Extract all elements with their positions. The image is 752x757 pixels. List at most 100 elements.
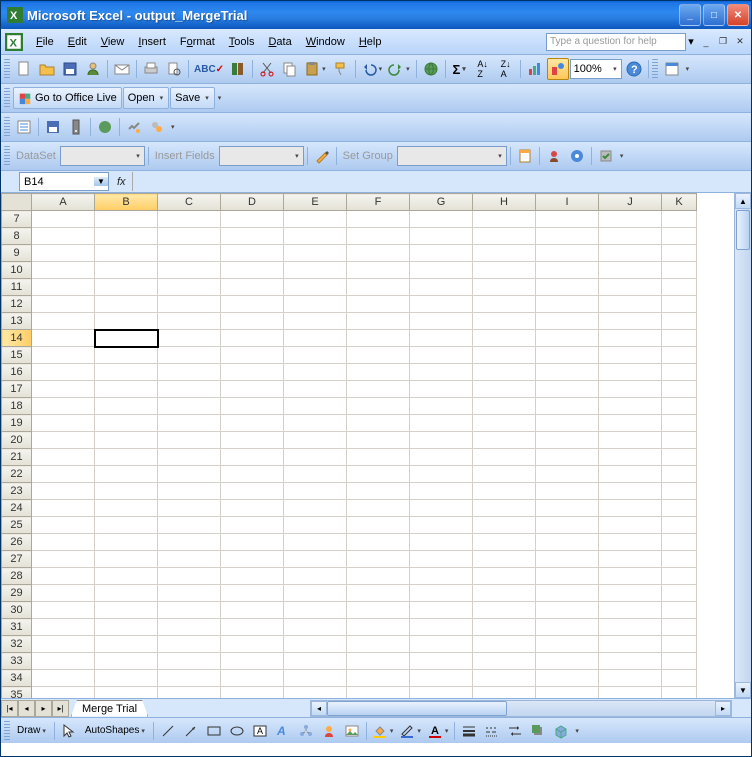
cell-A31[interactable]	[32, 619, 95, 636]
cell-E33[interactable]	[284, 653, 347, 670]
row-header-9[interactable]: 9	[2, 245, 32, 262]
cell-C17[interactable]	[158, 381, 221, 398]
cell-I14[interactable]	[536, 330, 599, 347]
insert-picture-button[interactable]	[341, 720, 363, 742]
print-button[interactable]	[140, 58, 162, 80]
cell-K30[interactable]	[662, 602, 697, 619]
menu-tools[interactable]: Tools	[222, 33, 262, 51]
workbook-icon[interactable]: X	[5, 33, 23, 51]
formula-input[interactable]	[132, 172, 751, 191]
cut-button[interactable]	[256, 58, 278, 80]
cell-J29[interactable]	[599, 585, 662, 602]
col-header-B[interactable]: B	[95, 194, 158, 211]
cell-H21[interactable]	[473, 449, 536, 466]
toolbar-overflow-5[interactable]: ▾	[573, 727, 580, 735]
cell-I20[interactable]	[536, 432, 599, 449]
cell-F20[interactable]	[347, 432, 410, 449]
custom-button-3[interactable]	[65, 116, 87, 138]
cell-F12[interactable]	[347, 296, 410, 313]
cell-J13[interactable]	[599, 313, 662, 330]
cell-H20[interactable]	[473, 432, 536, 449]
cell-D28[interactable]	[221, 568, 284, 585]
cell-D11[interactable]	[221, 279, 284, 296]
line-color-button[interactable]: ▾	[397, 720, 424, 742]
cell-K22[interactable]	[662, 466, 697, 483]
dash-style-button[interactable]	[481, 720, 503, 742]
cell-G8[interactable]	[410, 228, 473, 245]
cell-B8[interactable]	[95, 228, 158, 245]
cell-D14[interactable]	[221, 330, 284, 347]
menu-file[interactable]: File	[29, 33, 61, 51]
col-header-C[interactable]: C	[158, 194, 221, 211]
cell-F34[interactable]	[347, 670, 410, 687]
cell-B18[interactable]	[95, 398, 158, 415]
row-header-18[interactable]: 18	[2, 398, 32, 415]
toolbar-grip-6[interactable]	[4, 721, 10, 741]
cell-K26[interactable]	[662, 534, 697, 551]
row-header-21[interactable]: 21	[2, 449, 32, 466]
cell-C31[interactable]	[158, 619, 221, 636]
cell-I19[interactable]	[536, 415, 599, 432]
cell-H10[interactable]	[473, 262, 536, 279]
cell-C20[interactable]	[158, 432, 221, 449]
cell-F8[interactable]	[347, 228, 410, 245]
cell-C25[interactable]	[158, 517, 221, 534]
cell-C11[interactable]	[158, 279, 221, 296]
cell-C10[interactable]	[158, 262, 221, 279]
cell-A19[interactable]	[32, 415, 95, 432]
textbox-button[interactable]: A	[249, 720, 271, 742]
cell-J28[interactable]	[599, 568, 662, 585]
horizontal-scrollbar[interactable]: ◂ ▸	[310, 700, 732, 717]
cell-J11[interactable]	[599, 279, 662, 296]
toolbar-overflow-2[interactable]: ▾	[216, 94, 223, 102]
sort-desc-button[interactable]: Z↓A	[495, 58, 517, 80]
save-button[interactable]	[59, 58, 81, 80]
cell-G21[interactable]	[410, 449, 473, 466]
cell-C26[interactable]	[158, 534, 221, 551]
cell-G26[interactable]	[410, 534, 473, 551]
mdi-minimize[interactable]: _	[699, 35, 713, 49]
cell-K24[interactable]	[662, 500, 697, 517]
cell-F29[interactable]	[347, 585, 410, 602]
cell-H28[interactable]	[473, 568, 536, 585]
row-header-13[interactable]: 13	[2, 313, 32, 330]
toolbar-grip[interactable]	[4, 59, 10, 79]
cell-C7[interactable]	[158, 211, 221, 228]
cell-B17[interactable]	[95, 381, 158, 398]
cell-H26[interactable]	[473, 534, 536, 551]
cell-J17[interactable]	[599, 381, 662, 398]
cell-I26[interactable]	[536, 534, 599, 551]
cell-K15[interactable]	[662, 347, 697, 364]
cell-E20[interactable]	[284, 432, 347, 449]
cell-B24[interactable]	[95, 500, 158, 517]
cell-E31[interactable]	[284, 619, 347, 636]
cell-J31[interactable]	[599, 619, 662, 636]
cell-A24[interactable]	[32, 500, 95, 517]
cell-F21[interactable]	[347, 449, 410, 466]
undo-button[interactable]: ▾	[359, 58, 386, 80]
row-header-8[interactable]: 8	[2, 228, 32, 245]
cell-C15[interactable]	[158, 347, 221, 364]
row-header-15[interactable]: 15	[2, 347, 32, 364]
cell-D8[interactable]	[221, 228, 284, 245]
cell-G15[interactable]	[410, 347, 473, 364]
menu-format[interactable]: Format	[173, 33, 222, 51]
cell-D23[interactable]	[221, 483, 284, 500]
cell-K23[interactable]	[662, 483, 697, 500]
cell-E30[interactable]	[284, 602, 347, 619]
cell-J20[interactable]	[599, 432, 662, 449]
row-header-28[interactable]: 28	[2, 568, 32, 585]
cell-G25[interactable]	[410, 517, 473, 534]
vertical-scrollbar[interactable]: ▲ ▼	[734, 193, 751, 698]
cell-I27[interactable]	[536, 551, 599, 568]
cell-K13[interactable]	[662, 313, 697, 330]
cell-A9[interactable]	[32, 245, 95, 262]
cell-J10[interactable]	[599, 262, 662, 279]
cell-J21[interactable]	[599, 449, 662, 466]
cell-G17[interactable]	[410, 381, 473, 398]
cell-C29[interactable]	[158, 585, 221, 602]
cell-G35[interactable]	[410, 687, 473, 699]
cell-I28[interactable]	[536, 568, 599, 585]
cell-G27[interactable]	[410, 551, 473, 568]
paste-button[interactable]: ▾	[302, 58, 329, 80]
